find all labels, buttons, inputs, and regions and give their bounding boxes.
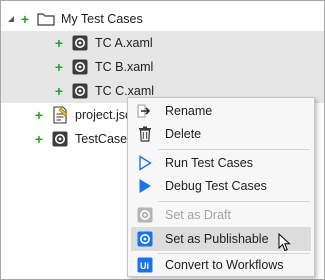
test-case-icon (71, 58, 89, 76)
run-outline-icon (134, 152, 156, 174)
tree-item-my-test-cases[interactable]: + My Test Cases (1, 7, 324, 31)
menu-item-debug-test-cases[interactable]: Debug Test Cases (131, 174, 311, 198)
test-case-icon (71, 82, 89, 100)
add-icon: + (54, 83, 64, 99)
menu-item-label: Run Test Cases (165, 156, 254, 170)
menu-item-rename[interactable]: Rename (131, 99, 311, 123)
add-icon: + (34, 107, 44, 123)
menu-divider (158, 201, 310, 202)
test-case-icon (51, 130, 69, 148)
menu-item-label: Set as Publishable (165, 232, 269, 246)
add-icon: + (34, 131, 44, 147)
add-icon: + (54, 59, 64, 75)
menu-item-label: Set as Draft (165, 208, 231, 222)
rename-icon (134, 100, 156, 122)
tree-item-tc-a[interactable]: + TC A.xaml (1, 31, 324, 55)
trash-icon (134, 123, 156, 145)
tree-item-label: TC A.xaml (95, 36, 153, 50)
publishable-icon (134, 228, 156, 250)
folder-icon (37, 10, 55, 28)
tree-item-tc-b[interactable]: + TC B.xaml (1, 55, 324, 79)
project-panel: + My Test Cases + TC A.xaml + TC B.xaml … (0, 0, 325, 280)
debug-filled-icon (134, 175, 156, 197)
menu-item-run-test-cases[interactable]: Run Test Cases (131, 151, 311, 175)
menu-item-label: Convert to Workflows (165, 258, 284, 272)
menu-item-convert-to-workflows[interactable]: Ui Convert to Workflows (131, 253, 311, 277)
test-case-icon (71, 34, 89, 52)
menu-item-delete[interactable]: Delete (131, 122, 311, 146)
add-icon: + (20, 11, 30, 27)
draft-icon (134, 204, 156, 226)
tree-item-label: My Test Cases (61, 12, 143, 26)
uipath-icon: Ui (134, 254, 156, 276)
tree-item-label: TC C.xaml (95, 84, 155, 98)
menu-item-label: Debug Test Cases (165, 179, 267, 193)
expanded-chevron-icon[interactable] (5, 7, 17, 31)
add-icon: + (54, 35, 64, 51)
json-file-icon (51, 106, 69, 124)
mouse-cursor-icon (278, 233, 291, 252)
menu-item-label: Rename (165, 104, 213, 118)
menu-divider (158, 149, 310, 150)
svg-text:Ui: Ui (140, 261, 149, 271)
menu-item-set-as-draft[interactable]: Set as Draft (131, 203, 311, 227)
tree-item-label: TC B.xaml (95, 60, 154, 74)
menu-item-label: Delete (165, 127, 202, 141)
